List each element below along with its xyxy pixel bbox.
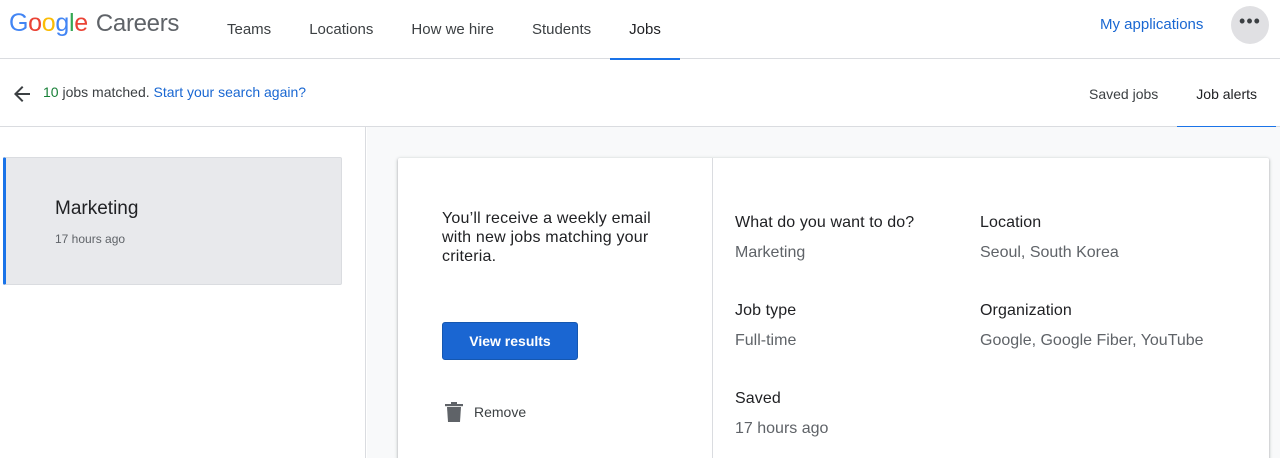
field-what: What do you want to do? Marketing [735,214,914,262]
more-options-button[interactable]: ••• [1231,6,1269,44]
matched-label: jobs matched. [58,84,154,100]
logo-letter: G [9,9,29,37]
alert-title: Marketing [55,198,139,219]
back-arrow-icon[interactable] [10,82,34,106]
start-search-again-link[interactable]: Start your search again? [154,84,307,100]
field-value: Full-time [735,332,797,349]
field-label: Saved [735,390,781,407]
field-label: Location [980,214,1042,231]
more-horiz-icon: ••• [1239,11,1261,31]
top-header: Google Careers Teams Locations How we hi… [0,0,1280,60]
field-organization: Organization Google, Google Fiber, YouTu… [980,302,1204,350]
google-careers-logo[interactable]: Google Careers [9,9,179,41]
my-applications-link[interactable]: My applications [1100,16,1203,33]
field-value: Marketing [735,244,806,261]
logo-letter: o [41,9,56,37]
logo-letter: e [74,9,88,37]
tab-saved-jobs[interactable]: Saved jobs [1070,60,1177,127]
nav-item-locations[interactable]: Locations [290,0,392,59]
field-location: Location Seoul, South Korea [980,214,1119,262]
alerts-list: Marketing 17 hours ago [0,127,366,458]
remove-button[interactable]: Remove [445,402,526,422]
logo-letter: o [28,9,42,37]
field-value: Seoul, South Korea [980,244,1119,261]
field-label: Organization [980,302,1072,319]
jobs-matched-text: 10 jobs matched. Start your search again… [43,84,306,100]
field-label: Job type [735,302,797,319]
alert-time: 17 hours ago [55,232,126,246]
field-job-type: Job type Full-time [735,302,796,350]
main-nav: Teams Locations How we hire Students Job… [208,0,680,60]
nav-item-students[interactable]: Students [513,0,610,59]
trash-icon [445,402,463,422]
logo-careers-text: Careers [95,10,180,37]
remove-label: Remove [474,404,527,420]
subtabs: Saved jobs Job alerts [1070,60,1276,128]
matched-count: 10 [43,84,59,100]
field-value: Google, Google Fiber, YouTube [980,332,1204,349]
nav-item-jobs[interactable]: Jobs [610,0,680,60]
view-results-button[interactable]: View results [442,322,578,360]
logo-letter: g [55,9,69,37]
field-label: What do you want to do? [735,214,915,231]
nav-item-teams[interactable]: Teams [208,0,290,59]
results-bar: 10 jobs matched. Start your search again… [0,60,1280,128]
alert-item[interactable]: Marketing 17 hours ago [3,157,342,285]
field-value: 17 hours ago [735,420,829,437]
nav-item-how-we-hire[interactable]: How we hire [392,0,513,59]
field-saved: Saved 17 hours ago [735,390,828,438]
alert-detail-area: You’ll receive a weekly email with new j… [367,127,1280,458]
alert-detail-card: You’ll receive a weekly email with new j… [398,158,1269,458]
weekly-email-text: You’ll receive a weekly email with new j… [442,210,651,265]
tab-job-alerts[interactable]: Job alerts [1177,60,1276,128]
card-divider [712,158,713,458]
